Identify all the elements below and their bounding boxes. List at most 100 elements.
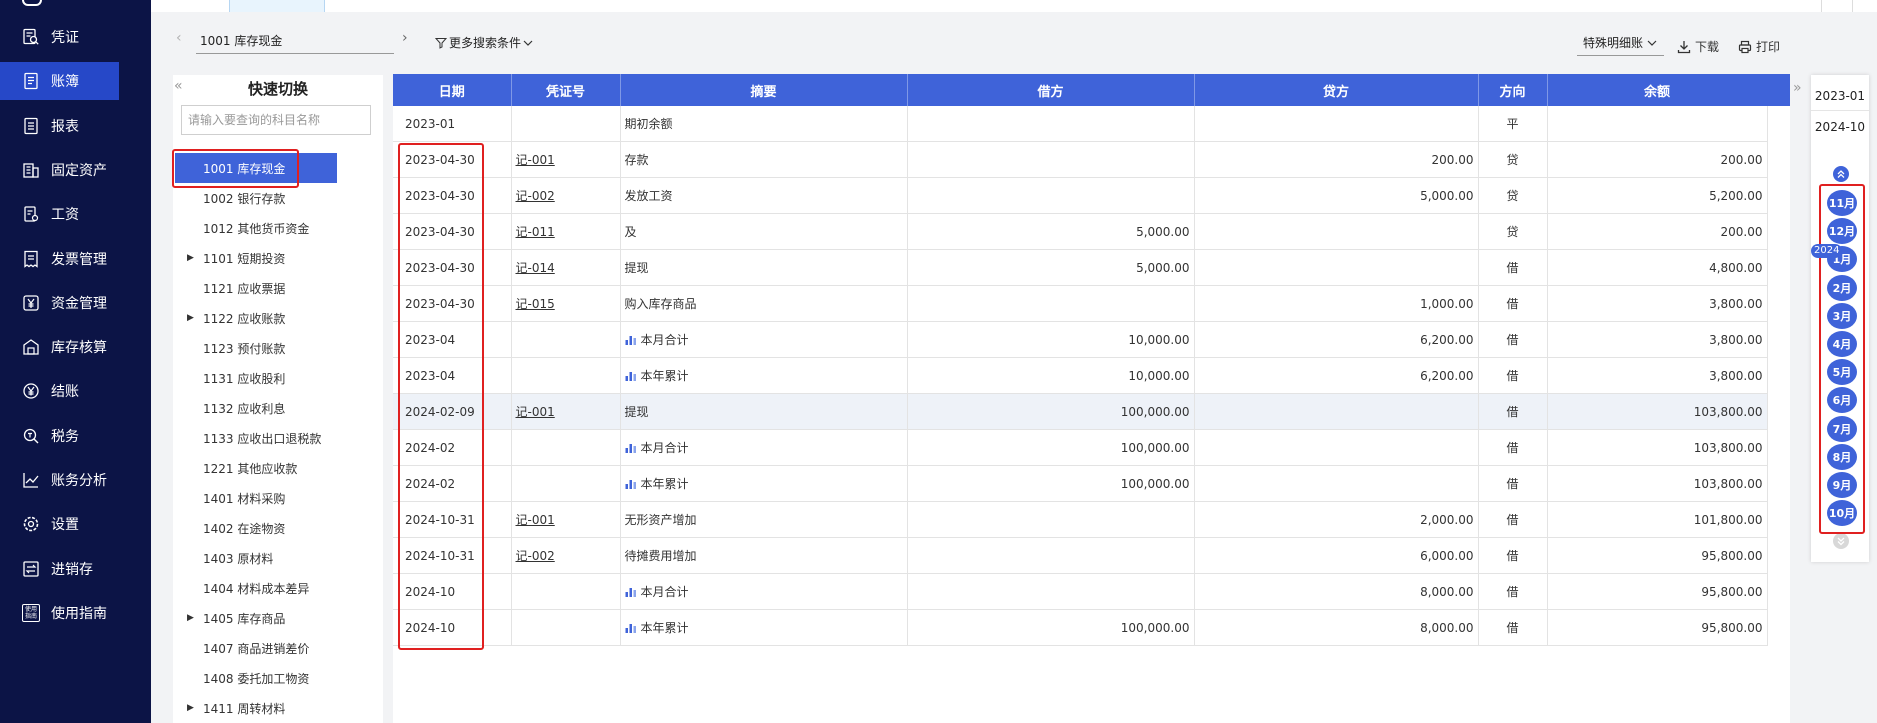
nav-item-3[interactable]: 固定资产 <box>0 151 151 189</box>
subject-list-item[interactable]: 1407 商品进销差价 <box>173 633 383 663</box>
expand-arrow-icon[interactable]: ▶ <box>187 613 194 623</box>
timeline-end-date[interactable]: 2024-10 <box>1811 113 1869 141</box>
print-button[interactable]: 打印 <box>1738 38 1780 55</box>
next-subject-arrow-icon[interactable]: › <box>402 30 408 46</box>
cell-debit: 10,000.00 <box>907 321 1195 358</box>
expand-arrow-icon[interactable]: ▶ <box>187 253 194 263</box>
timeline-scroll-up-button[interactable] <box>1833 166 1849 182</box>
summary-text: 提现 <box>624 261 649 275</box>
subject-list-item[interactable]: 1403 原材料 <box>173 543 383 573</box>
table-row[interactable]: 2023-04-30 记-002 发放工资 5,000.00 贷 5,200.00 <box>393 177 1768 214</box>
subject-list-item[interactable]: 1012 其他货币资金 <box>173 213 383 243</box>
cell-debit <box>907 177 1195 214</box>
voucher-link[interactable]: 记-001 <box>516 405 555 419</box>
column-header-date[interactable]: 日期 <box>393 74 512 106</box>
subject-list-item[interactable]: 1121 应收票据 <box>173 273 383 303</box>
voucher-link[interactable]: 记-014 <box>516 261 555 275</box>
subject-label: 1408 委托加工物资 <box>203 671 310 686</box>
download-button[interactable]: 下载 <box>1677 38 1719 55</box>
nav-item-13[interactable]: 使用 指南 使用指南 <box>0 594 151 632</box>
timeline-scroll-down-button[interactable] <box>1833 533 1849 549</box>
table-row[interactable]: 2023-04 本年累计 10,000.00 6,200.00 借 3,800.00 <box>393 357 1768 394</box>
nav-item-4[interactable]: 工资 <box>0 195 151 233</box>
summary-text: 及 <box>624 225 637 239</box>
column-header-credit[interactable]: 贷方 <box>1194 74 1479 106</box>
expand-arrow-icon[interactable]: ▶ <box>187 313 194 323</box>
subject-list-item[interactable]: ▶ 1411 周转材料 <box>173 693 383 723</box>
column-header-debit[interactable]: 借方 <box>907 74 1195 106</box>
nav-item-label: 设置 <box>51 517 79 534</box>
table-row[interactable]: 2023-04-30 记-014 提现 5,000.00 借 4,800.00 <box>393 249 1768 286</box>
table-row[interactable]: 2023-04-30 记-015 购入库存商品 1,000.00 借 3,800.00 <box>393 285 1768 322</box>
summary-text: 无形资产增加 <box>624 513 697 527</box>
nav-item-2[interactable]: 报表 <box>0 107 151 145</box>
bar-chart-icon <box>625 334 637 348</box>
active-tab-indicator[interactable] <box>229 0 325 12</box>
table-row[interactable]: 2023-04 本月合计 10,000.00 6,200.00 借 3,800.00 <box>393 321 1768 358</box>
nav-item-1[interactable]: 账簿 <box>0 62 119 101</box>
subject-list-item[interactable]: 1408 委托加工物资 <box>173 663 383 693</box>
subject-list-item[interactable]: ▶ 1101 短期投资 <box>173 243 383 273</box>
table-row[interactable]: 2024-10 本年累计 100,000.00 8,000.00 借 95,800.00 <box>393 609 1768 646</box>
subject-select[interactable]: 1001 库存现金 <box>196 30 394 54</box>
sidebar-nav: 凭证账簿报表固定资产工资发票管理资金管理库存核算结账税务账务分析设置进销存使用 … <box>0 0 151 723</box>
table-row[interactable]: 2024-10-31 记-002 待摊费用增加 6,000.00 借 95,800.00 <box>393 537 1768 574</box>
more-filter-button[interactable]: 更多搜索条件 <box>435 34 533 51</box>
table-row[interactable]: 2023-01 期初余额 平 <box>393 106 1768 142</box>
nav-item-0[interactable]: 凭证 <box>0 18 151 56</box>
subject-search-input[interactable] <box>181 105 371 135</box>
voucher-link[interactable]: 记-001 <box>516 153 555 167</box>
voucher-link[interactable]: 记-001 <box>516 513 555 527</box>
nav-item-label: 结账 <box>51 384 79 401</box>
nav-item-6[interactable]: 资金管理 <box>0 284 151 322</box>
cell-voucher <box>511 465 621 502</box>
nav-item-12[interactable]: 进销存 <box>0 550 151 588</box>
subject-list-item[interactable]: 1132 应收利息 <box>173 393 383 423</box>
subject-list-item[interactable]: 1402 在途物资 <box>173 513 383 543</box>
summary-text: 发放工资 <box>624 189 673 203</box>
table-row[interactable]: 2024-02 本月合计 100,000.00 借 103,800.00 <box>393 429 1768 466</box>
voucher-link[interactable]: 记-002 <box>516 189 555 203</box>
voucher-link[interactable]: 记-011 <box>516 225 555 239</box>
table-row[interactable]: 2024-10 本月合计 8,000.00 借 95,800.00 <box>393 573 1768 610</box>
column-header-summary[interactable]: 摘要 <box>620 74 908 106</box>
column-header-direction[interactable]: 方向 <box>1478 74 1548 106</box>
voucher-link[interactable]: 记-002 <box>516 549 555 563</box>
nav-item-7[interactable]: 库存核算 <box>0 328 151 366</box>
subject-list-item[interactable]: ▶ 1405 库存商品 <box>173 603 383 633</box>
table-row[interactable]: 2023-04-30 记-011 及 5,000.00 贷 200.00 <box>393 213 1768 250</box>
table-row[interactable]: 2024-10-31 记-001 无形资产增加 2,000.00 借 101,800.00 <box>393 501 1768 538</box>
nav-item-11[interactable]: 设置 <box>0 505 151 543</box>
collapse-panel-icon[interactable]: « <box>174 78 183 94</box>
chevron-down-icon <box>1647 40 1657 46</box>
ledger-table: 日期 凭证号 摘要 借方 贷方 方向 余额 2023-01 期初余额平 2023-04-30 记-… <box>393 74 1768 646</box>
column-header-balance[interactable]: 余额 <box>1547 74 1768 106</box>
subject-label: 1221 其他应收款 <box>203 461 298 476</box>
column-header-voucher[interactable]: 凭证号 <box>511 74 621 106</box>
prev-subject-arrow-icon[interactable]: ‹ <box>176 30 182 46</box>
expand-arrow-icon[interactable]: ▶ <box>187 703 194 713</box>
subject-list-item[interactable]: 1401 材料采购 <box>173 483 383 513</box>
nav-item-8[interactable]: 结账 <box>0 372 151 410</box>
subject-label: 1407 商品进销差价 <box>203 641 310 656</box>
nav-item-label: 资金管理 <box>51 295 107 312</box>
table-row[interactable]: 2023-04-30 记-001 存款 200.00 贷 200.00 <box>393 141 1768 178</box>
nav-item-9[interactable]: 税务 <box>0 417 151 455</box>
summary-text: 存款 <box>624 153 649 167</box>
nav-item-5[interactable]: 发票管理 <box>0 240 151 278</box>
expand-timeline-icon[interactable]: » <box>1793 80 1802 96</box>
top-right-tab[interactable] <box>1821 0 1853 12</box>
subject-list-item[interactable]: ▶ 1122 应收账款 <box>173 303 383 333</box>
special-ledger-dropdown[interactable]: 特殊明细账 <box>1577 30 1664 56</box>
table-row[interactable]: 2024-02-09 记-001 提现 100,000.00 借 103,800.00 <box>393 393 1768 430</box>
subject-list-item[interactable]: 1133 应收出口退税款 <box>173 423 383 453</box>
voucher-link[interactable]: 记-015 <box>516 297 555 311</box>
date-column-highlight-box <box>398 143 484 650</box>
subject-list-item[interactable]: 1221 其他应收款 <box>173 453 383 483</box>
table-row[interactable]: 2024-02 本年累计 100,000.00 借 103,800.00 <box>393 465 1768 502</box>
timeline-start-date[interactable]: 2023-01 <box>1811 82 1869 111</box>
subject-list-item[interactable]: 1131 应收股利 <box>173 363 383 393</box>
nav-item-10[interactable]: 账务分析 <box>0 461 151 499</box>
subject-list-item[interactable]: 1123 预付账款 <box>173 333 383 363</box>
subject-list-item[interactable]: 1404 材料成本差异 <box>173 573 383 603</box>
